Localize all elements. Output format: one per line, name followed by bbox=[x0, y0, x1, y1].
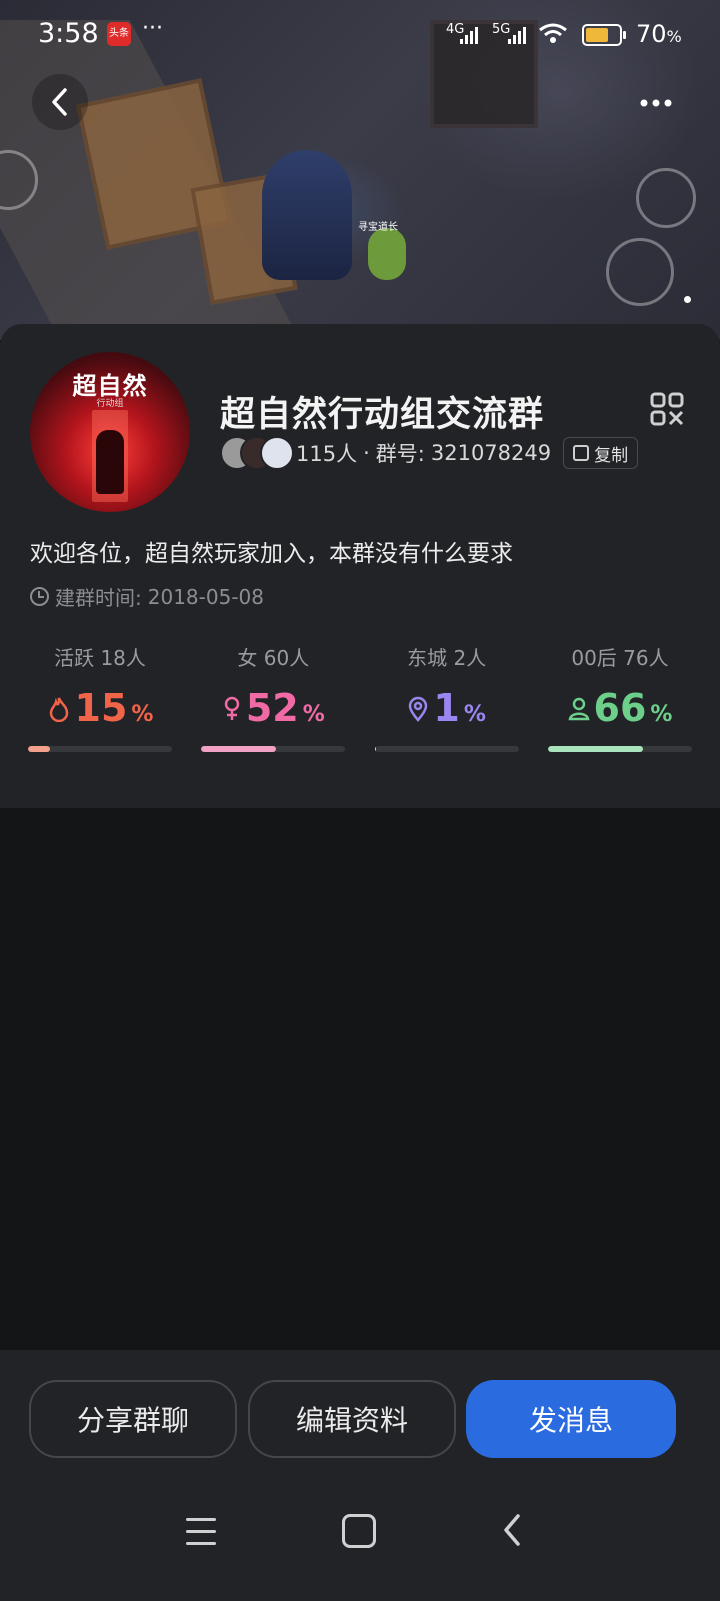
game-skill-icon bbox=[636, 168, 696, 228]
member-stats: 活跃 18人 15% 女 60人 52% 东城 2人 1 % 00后 76人 6… bbox=[28, 642, 692, 752]
stat-progress-fill bbox=[374, 746, 377, 752]
edit-profile-button[interactable]: 编辑资料 bbox=[248, 1380, 456, 1458]
hero-game-tag: 寻宝道长 bbox=[358, 222, 398, 233]
home-button[interactable] bbox=[342, 1514, 376, 1548]
qr-code-icon[interactable] bbox=[650, 392, 684, 426]
female-icon bbox=[224, 696, 240, 720]
signal-icon bbox=[460, 24, 478, 44]
member-avatars[interactable] bbox=[220, 436, 294, 470]
group-description: 欢迎各位，超自然玩家加入，本群没有什么要求 bbox=[30, 541, 513, 567]
stat-number: 52 bbox=[245, 686, 299, 730]
status-time: 3:58 bbox=[38, 18, 99, 49]
signal-icon bbox=[508, 24, 526, 44]
group-info-card: 超自然 行动组 超自然行动组交流群 115人 · 群号: 321078249 复… bbox=[0, 324, 720, 808]
status-bar: 3:58 头条 ··· 4G 5G 70% bbox=[0, 0, 720, 68]
member-avatar bbox=[260, 436, 294, 470]
back-button[interactable] bbox=[32, 74, 88, 130]
stat-progress-fill bbox=[201, 746, 277, 752]
battery-icon bbox=[582, 24, 626, 46]
game-skill-icon bbox=[606, 238, 674, 306]
stat-number: 66 bbox=[593, 686, 647, 730]
wifi-icon bbox=[539, 23, 567, 43]
carousel-dot[interactable] bbox=[684, 296, 691, 303]
stat-value: 52% bbox=[201, 686, 345, 732]
battery-level-fill bbox=[586, 28, 609, 42]
group-created: 建群时间: 2018-05-08 bbox=[30, 582, 264, 611]
copy-icon bbox=[573, 445, 590, 461]
stat-unit: % bbox=[463, 702, 486, 727]
stat-number: 15 bbox=[74, 686, 128, 730]
avatar-logo-subtext: 行动组 bbox=[96, 399, 124, 409]
send-message-button[interactable]: 发消息 bbox=[466, 1380, 676, 1458]
location-pin-icon bbox=[409, 696, 428, 722]
stat-value: 1% bbox=[375, 686, 519, 732]
stat-value: 66% bbox=[548, 686, 692, 732]
stat-unit: % bbox=[131, 702, 154, 727]
battery-percent: 70% bbox=[636, 20, 682, 48]
more-options-button[interactable] bbox=[636, 88, 696, 118]
hero-character bbox=[262, 150, 352, 280]
recent-apps-button[interactable] bbox=[186, 1518, 216, 1554]
stat-unit: % bbox=[650, 702, 673, 727]
flame-icon bbox=[49, 697, 68, 722]
created-label: 建群时间: bbox=[55, 586, 142, 610]
clock-icon bbox=[30, 587, 49, 606]
group-id-label: 群号: bbox=[375, 442, 425, 466]
group-meta-line: 115人 · 群号: 321078249 复制 bbox=[220, 436, 639, 470]
group-avatar[interactable]: 超自然 行动组 bbox=[30, 352, 190, 512]
more-notifications-icon: ··· bbox=[142, 16, 163, 41]
stat-location[interactable]: 东城 2人 1% bbox=[374, 642, 519, 752]
meta-separator: · bbox=[363, 441, 370, 465]
stat-active[interactable]: 活跃 18人 15% bbox=[28, 642, 172, 752]
group-id-value: 321078249 bbox=[430, 441, 552, 465]
more-dots-icon bbox=[640, 99, 672, 107]
stat-label: 女 60人 bbox=[237, 646, 310, 670]
stat-progress bbox=[547, 746, 692, 752]
stat-number: 1 bbox=[433, 686, 460, 730]
stat-progress bbox=[374, 746, 519, 752]
group-name: 超自然行动组交流群 bbox=[220, 395, 545, 435]
hero-character-secondary bbox=[368, 228, 406, 280]
system-nav-bar bbox=[0, 1490, 720, 1590]
chevron-left-icon bbox=[52, 88, 67, 116]
stat-age[interactable]: 00后 76人 66% bbox=[547, 642, 692, 752]
stat-progress-fill bbox=[547, 746, 644, 752]
stat-progress bbox=[28, 746, 172, 752]
share-group-button[interactable]: 分享群聊 bbox=[29, 1380, 237, 1458]
stat-label: 东城 2人 bbox=[407, 646, 487, 670]
news-app-icon: 头条 bbox=[107, 22, 131, 46]
stat-value: 15% bbox=[28, 686, 172, 732]
copy-label: 复制 bbox=[594, 445, 629, 466]
avatar-figure-shape bbox=[96, 430, 124, 494]
created-date: 2018-05-08 bbox=[147, 584, 264, 609]
stat-progress-fill bbox=[28, 746, 50, 752]
person-icon bbox=[568, 697, 589, 721]
stat-label: 00后 76人 bbox=[571, 646, 669, 670]
copy-id-button[interactable]: 复制 bbox=[563, 437, 639, 469]
stat-label: 活跃 18人 bbox=[54, 646, 146, 670]
stat-progress bbox=[201, 746, 346, 752]
member-count[interactable]: 115人 bbox=[296, 438, 357, 468]
system-back-icon[interactable] bbox=[500, 1512, 524, 1548]
stat-female[interactable]: 女 60人 52% bbox=[201, 642, 346, 752]
stat-unit: % bbox=[302, 702, 325, 727]
